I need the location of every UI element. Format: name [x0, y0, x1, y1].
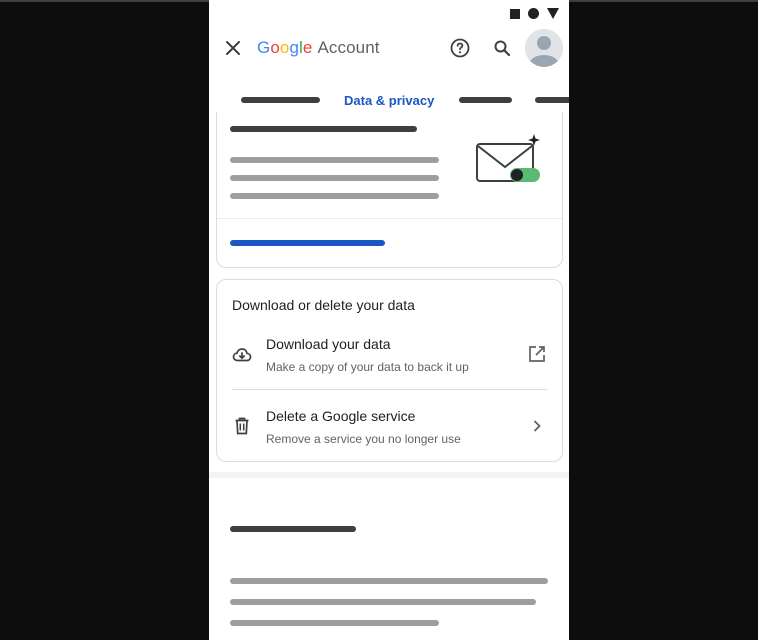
open-external-icon	[527, 344, 547, 364]
skeleton-line	[230, 578, 548, 584]
phone-screen: G o o g l e Account Data & privacy Downl…	[209, 0, 569, 640]
privacy-info-card	[216, 112, 563, 268]
download-data-row[interactable]: Download your data Make a copy of your d…	[217, 325, 562, 389]
chevron-right-icon	[527, 416, 547, 436]
skeleton-line	[230, 620, 439, 626]
skeleton-line	[230, 175, 439, 181]
skeleton-line	[230, 157, 439, 163]
logo-letter: G	[257, 38, 271, 57]
search-icon[interactable]	[490, 36, 514, 60]
section-separator	[209, 472, 569, 478]
tab-data-privacy[interactable]: Data & privacy	[344, 93, 434, 108]
logo-letter: o	[270, 38, 280, 57]
row-title: Delete a Google service	[266, 408, 416, 424]
row-title: Download your data	[266, 336, 391, 352]
skeleton-heading	[230, 526, 356, 532]
avatar[interactable]	[525, 29, 563, 67]
skeleton-link[interactable]	[230, 240, 385, 246]
row-divider	[232, 389, 547, 390]
card-title: Download or delete your data	[232, 297, 415, 313]
close-icon[interactable]	[221, 36, 245, 60]
help-icon[interactable]	[448, 36, 472, 60]
delete-service-row[interactable]: Delete a Google service Remove a service…	[217, 397, 562, 461]
skeleton-line	[230, 599, 536, 605]
status-square-icon	[510, 8, 520, 19]
google-account-logo: G o o g l e Account	[257, 36, 380, 60]
cloud-download-icon	[232, 345, 252, 365]
trash-icon	[232, 416, 252, 436]
logo-letter: g	[289, 38, 300, 57]
tab-placeholder[interactable]	[241, 97, 320, 103]
app-bar: G o o g l e Account	[209, 26, 569, 70]
logo-letter: o	[279, 38, 290, 57]
logo-suffix: Account	[317, 38, 380, 57]
row-subtitle: Make a copy of your data to back it up	[266, 360, 469, 374]
status-circle-icon	[528, 8, 539, 19]
download-delete-card: Download or delete your data Download yo…	[216, 279, 563, 462]
status-bar	[510, 8, 559, 19]
skeleton-heading	[230, 126, 417, 132]
row-subtitle: Remove a service you no longer use	[266, 432, 461, 446]
tab-placeholder[interactable]	[535, 97, 569, 103]
card-divider	[217, 218, 562, 219]
skeleton-line	[230, 193, 439, 199]
envelope-illustration	[475, 134, 545, 189]
status-triangle-icon	[547, 8, 559, 19]
logo-letter: e	[302, 38, 313, 57]
tab-placeholder[interactable]	[459, 97, 512, 103]
